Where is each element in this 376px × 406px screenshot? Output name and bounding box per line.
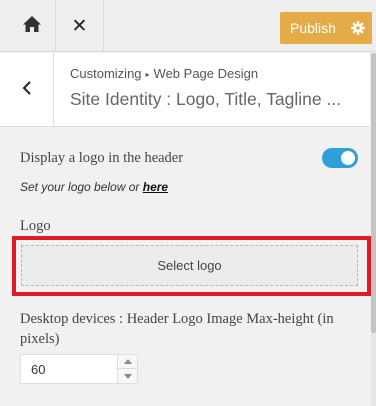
publish-label: Publish (290, 20, 336, 36)
section-header: Customizing ▸ Web Page Design Site Identit… (0, 53, 370, 127)
section-title: Site Identity : Logo, Title, Tagline ... (70, 89, 342, 109)
max-height-input[interactable]: 60 (20, 354, 138, 384)
publish-button[interactable]: Publish (280, 12, 372, 44)
back-button[interactable] (0, 53, 54, 127)
logo-hint-link[interactable]: here (143, 180, 168, 194)
display-logo-label: Display a logo in the header (20, 150, 184, 166)
logo-hint-text: Set your logo below or (20, 180, 143, 194)
display-logo-toggle[interactable] (322, 148, 358, 168)
customizer-top-bar: ✕ Publish (0, 0, 376, 52)
home-icon (22, 15, 42, 38)
scrollbar-thumb[interactable] (371, 53, 376, 333)
caret-up-icon (123, 359, 132, 364)
close-button[interactable]: ✕ (56, 0, 104, 52)
spin-up-button[interactable] (118, 355, 137, 369)
breadcrumb-panel: Web Page Design (153, 66, 259, 81)
breadcrumb-separator-icon: ▸ (145, 70, 150, 79)
max-height-label: Desktop devices : Header Logo Image Max-… (20, 311, 334, 347)
home-button[interactable] (8, 0, 56, 52)
logo-hint: Set your logo below or here (20, 180, 168, 194)
caret-down-icon (123, 373, 132, 379)
logo-label: Logo (20, 218, 51, 234)
breadcrumb: Customizing ▸ Web Page Design (70, 66, 258, 81)
toggle-knob (341, 151, 355, 165)
gear-icon[interactable] (344, 21, 372, 35)
chevron-left-icon (22, 80, 32, 100)
max-height-value: 60 (31, 362, 46, 377)
select-logo-button[interactable]: Select logo (21, 245, 358, 286)
close-icon: ✕ (71, 15, 88, 37)
spin-down-button[interactable] (118, 369, 137, 383)
number-spinner[interactable] (117, 355, 137, 383)
breadcrumb-root: Customizing (70, 66, 142, 81)
